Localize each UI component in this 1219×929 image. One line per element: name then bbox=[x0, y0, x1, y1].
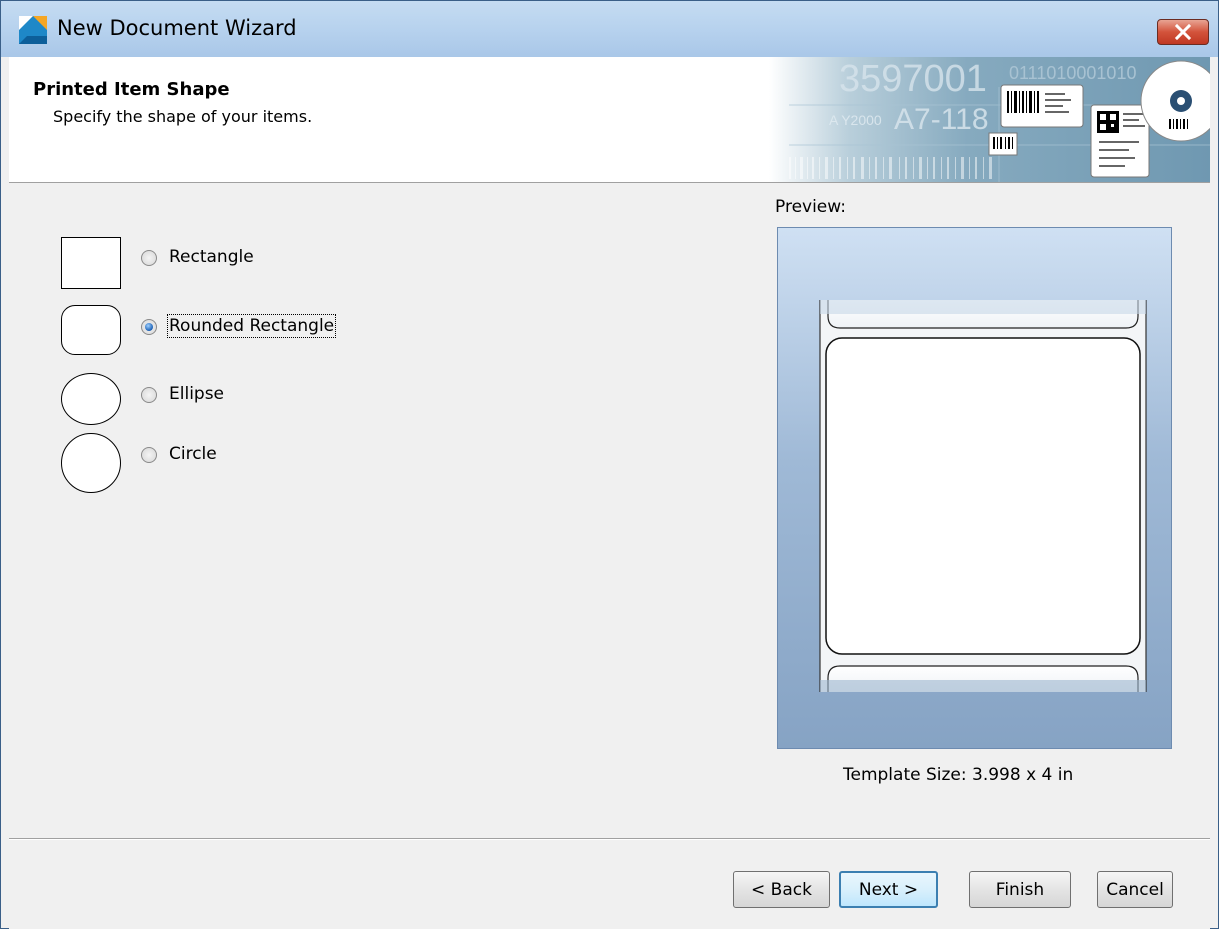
finish-button[interactable]: Finish bbox=[969, 871, 1071, 908]
barcode-label-icon bbox=[1000, 84, 1084, 128]
next-button[interactable]: Next > bbox=[839, 871, 938, 908]
wizard-window: New Document Wizard Printed Item Shape S… bbox=[0, 0, 1219, 929]
cancel-button[interactable]: Cancel bbox=[1097, 871, 1173, 908]
rounded-rectangle-label[interactable]: Rounded Rectangle bbox=[166, 314, 337, 338]
banner-image: 3597001 0111010001010 A Y2000 A7-118 bbox=[769, 57, 1210, 182]
footer-separator bbox=[9, 838, 1210, 840]
qr-label-icon bbox=[1090, 104, 1150, 178]
step-subtitle: Specify the shape of your items. bbox=[53, 107, 313, 126]
banner-year: A Y2000 bbox=[829, 112, 882, 128]
back-button[interactable]: < Back bbox=[733, 871, 830, 908]
banner-numbers: 3597001 bbox=[839, 58, 987, 100]
circle-radio[interactable] bbox=[141, 447, 157, 463]
app-logo-icon bbox=[19, 16, 47, 44]
preview-label: Preview: bbox=[775, 197, 846, 217]
banner-bits: 0111010001010 bbox=[1009, 63, 1136, 83]
rounded-rectangle-radio[interactable] bbox=[141, 319, 157, 335]
step-title: Printed Item Shape bbox=[33, 79, 230, 100]
rectangle-shape-icon bbox=[61, 237, 121, 289]
close-icon bbox=[1174, 23, 1192, 41]
ellipse-radio[interactable] bbox=[141, 387, 157, 403]
banner-code: A7-118 bbox=[894, 103, 989, 136]
template-size-text: Template Size: 3.998 x 4 in bbox=[843, 765, 1074, 785]
circle-label[interactable]: Circle bbox=[169, 444, 217, 464]
ellipse-shape-icon bbox=[61, 373, 121, 425]
rounded-rectangle-shape-icon bbox=[61, 305, 121, 355]
label-roll-preview bbox=[819, 300, 1147, 692]
rectangle-radio[interactable] bbox=[141, 250, 157, 266]
wizard-header: Printed Item Shape Specify the shape of … bbox=[9, 57, 1210, 183]
wizard-body: Rectangle Rounded Rectangle Ellipse Circ… bbox=[9, 183, 1210, 929]
small-label-icon bbox=[988, 132, 1018, 156]
preview-pane bbox=[777, 227, 1172, 749]
window-title: New Document Wizard bbox=[57, 16, 297, 40]
ellipse-label[interactable]: Ellipse bbox=[169, 384, 224, 404]
rectangle-label[interactable]: Rectangle bbox=[169, 247, 254, 267]
title-bar[interactable]: New Document Wizard bbox=[1, 1, 1218, 57]
circle-shape-icon bbox=[61, 433, 121, 493]
close-button[interactable] bbox=[1157, 19, 1209, 45]
